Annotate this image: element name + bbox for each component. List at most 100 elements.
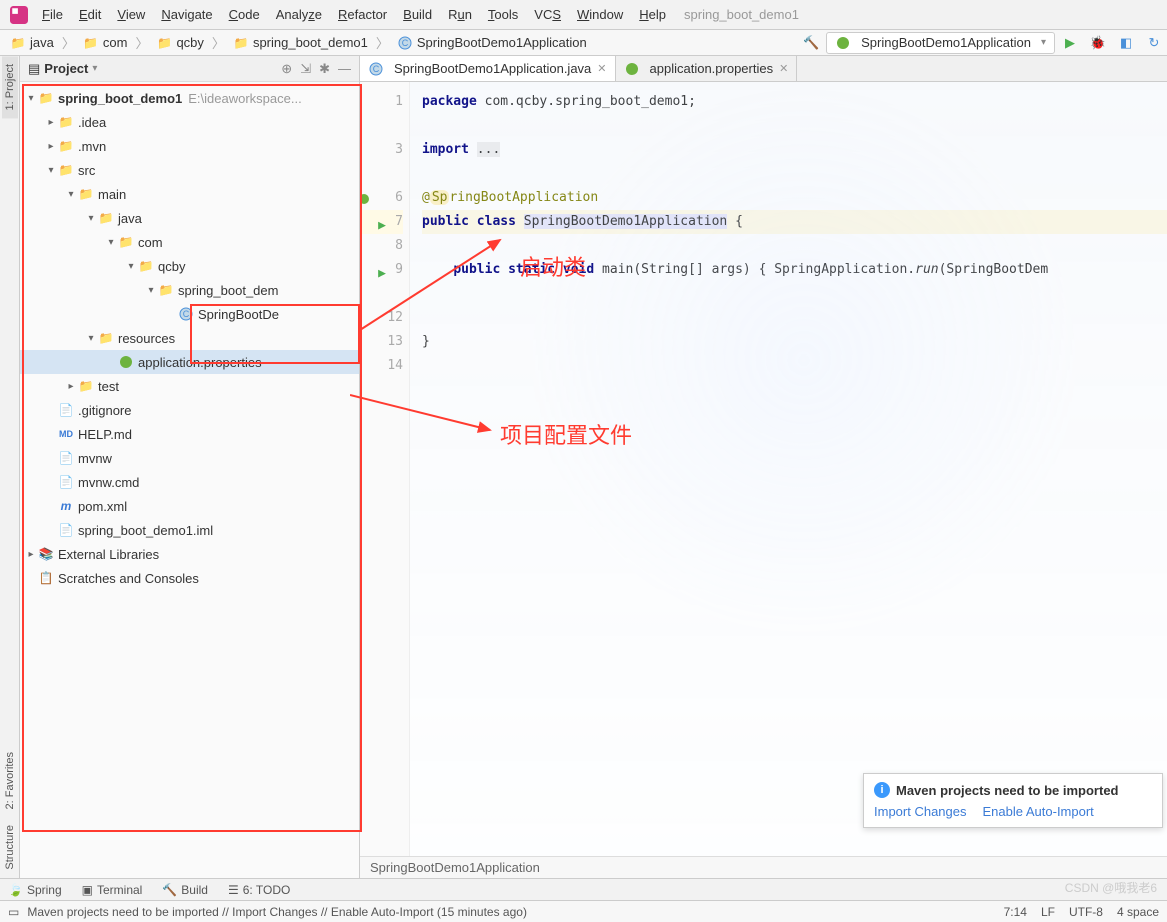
tree-external-libs[interactable]: ▸📚External Libraries — [20, 542, 359, 566]
maven-icon: m — [58, 498, 74, 514]
tree-qcby[interactable]: ▾📁qcby — [20, 254, 359, 278]
toolstrip-favorites[interactable]: 2: Favorites — [2, 744, 18, 817]
tree-java[interactable]: ▾📁java — [20, 206, 359, 230]
menu-analyze[interactable]: Analyze — [268, 3, 330, 26]
line-separator[interactable]: LF — [1041, 905, 1055, 919]
menu-edit[interactable]: Edit — [71, 3, 109, 26]
tool-label: Build — [181, 883, 208, 897]
import-changes-link[interactable]: Import Changes — [874, 804, 967, 819]
breadcrumb-class[interactable]: CSpringBootDemo1Application — [391, 35, 593, 51]
tree-idea[interactable]: ▸📁.idea — [20, 110, 359, 134]
menu-run[interactable]: Run — [440, 3, 480, 26]
tree-mvn[interactable]: ▸📁.mvn — [20, 134, 359, 158]
popup-title: Maven projects need to be imported — [896, 783, 1119, 798]
bottom-tool-bar: 🍃Spring ▣Terminal 🔨Build ☰6: TODO — [0, 878, 1167, 900]
tree-package[interactable]: ▾📁spring_boot_dem — [20, 278, 359, 302]
status-message[interactable]: Maven projects need to be imported // Im… — [27, 905, 527, 919]
tool-label: 6: TODO — [243, 883, 291, 897]
caret-position[interactable]: 7:14 — [1004, 905, 1027, 919]
coverage-icon[interactable]: ◧ — [1117, 34, 1135, 52]
chevron-right-icon: 〉 — [62, 33, 75, 52]
tree-label: spring_boot_demo1.iml — [78, 523, 213, 538]
breadcrumb-qcby[interactable]: 📁qcby — [150, 35, 209, 51]
close-icon[interactable]: ✕ — [779, 62, 788, 75]
tree-iml[interactable]: 📄 spring_boot_demo1.iml — [20, 518, 359, 542]
tool-terminal[interactable]: ▣Terminal — [82, 883, 143, 897]
library-icon: 📚 — [38, 546, 54, 562]
toolstrip-structure[interactable]: Structure — [2, 817, 18, 878]
menu-vcs[interactable]: VCS — [526, 3, 569, 26]
run-config-selector[interactable]: SpringBootDemo1Application ▾ — [826, 32, 1055, 54]
tree-gitignore[interactable]: 📄.gitignore — [20, 398, 359, 422]
menu-refactor[interactable]: Refactor — [330, 3, 395, 26]
close-icon[interactable]: ✕ — [597, 62, 606, 75]
indent-settings[interactable]: 4 space — [1117, 905, 1159, 919]
collapse-icon[interactable]: ⇲ — [300, 61, 311, 77]
tree-main[interactable]: ▾📁main — [20, 182, 359, 206]
tree-path: E:\ideaworkspace... — [188, 91, 301, 106]
run-icon[interactable]: ▶ — [1061, 34, 1079, 52]
tree-pom[interactable]: mpom.xml — [20, 494, 359, 518]
locate-icon[interactable]: ⊕ — [281, 61, 292, 77]
spring-gutter-icon[interactable] — [360, 190, 370, 204]
tree-com[interactable]: ▾📁com — [20, 230, 359, 254]
menu-navigate[interactable]: Navigate — [153, 3, 220, 26]
spring-icon — [118, 354, 134, 370]
breadcrumb-java[interactable]: 📁java — [4, 35, 60, 51]
tree-mvnw-cmd[interactable]: 📄mvnw.cmd — [20, 470, 359, 494]
tab-app-java[interactable]: C SpringBootDemo1Application.java ✕ — [360, 56, 616, 81]
class-icon: C — [368, 61, 384, 77]
md-icon: MD — [58, 426, 74, 442]
tool-build[interactable]: 🔨Build — [162, 883, 208, 897]
tab-app-properties[interactable]: application.properties ✕ — [616, 56, 798, 81]
gutter[interactable]: 1 3 6 7▶ 8 9▶ 12 13 14 — [360, 82, 410, 878]
debug-icon[interactable]: 🐞 — [1089, 34, 1107, 52]
enable-auto-import-link[interactable]: Enable Auto-Import — [983, 804, 1094, 819]
breadcrumb-label: SpringBootDemo1Application — [417, 35, 587, 50]
file-encoding[interactable]: UTF-8 — [1069, 905, 1103, 919]
tree-label: resources — [118, 331, 175, 346]
tree-resources[interactable]: ▾📁resources — [20, 326, 359, 350]
tree-root[interactable]: ▾📁spring_boot_demo1E:\ideaworkspace... — [20, 86, 359, 110]
tool-todo[interactable]: ☰6: TODO — [228, 883, 290, 897]
panel-title: Project — [44, 61, 88, 76]
code-content[interactable]: package com.qcby.spring_boot_demo1; impo… — [410, 82, 1167, 878]
file-icon: 📄 — [58, 522, 74, 538]
menu-bar: FFileile Edit View Navigate Code Analyze… — [0, 0, 1167, 30]
line-number: 7▶ — [360, 210, 403, 234]
line-number: 8 — [360, 234, 403, 258]
run-gutter-icon[interactable]: ▶ — [372, 262, 386, 276]
menu-window[interactable]: Window — [569, 3, 631, 26]
menu-code[interactable]: Code — [221, 3, 268, 26]
menu-build[interactable]: Build — [395, 3, 440, 26]
status-events-icon[interactable]: ▭ — [8, 905, 19, 919]
spring-icon: 🍃 — [8, 883, 23, 897]
tree-src[interactable]: ▾📁src — [20, 158, 359, 182]
menu-help[interactable]: Help — [631, 3, 674, 26]
menu-view[interactable]: View — [109, 3, 153, 26]
tree-app-class[interactable]: CSpringBootDe — [20, 302, 359, 326]
code-editor[interactable]: 1 3 6 7▶ 8 9▶ 12 13 14 package com.qcby.… — [360, 82, 1167, 878]
project-tree[interactable]: ▾📁spring_boot_demo1E:\ideaworkspace... ▸… — [20, 82, 359, 878]
profile-icon[interactable]: ↻ — [1145, 34, 1163, 52]
chevron-right-icon: 〉 — [135, 33, 148, 52]
settings-icon[interactable]: ✱ — [319, 61, 330, 77]
menu-file[interactable]: FFileile — [34, 3, 71, 26]
breadcrumb-package[interactable]: 📁spring_boot_demo1 — [227, 35, 374, 51]
tool-spring[interactable]: 🍃Spring — [8, 883, 62, 897]
build-icon[interactable]: 🔨 — [802, 34, 820, 52]
toolstrip-project[interactable]: 1: Project — [2, 56, 18, 118]
menu-tools[interactable]: Tools — [480, 3, 526, 26]
run-config-name: SpringBootDemo1Application — [861, 35, 1031, 50]
tree-test[interactable]: ▸📁test — [20, 374, 359, 398]
tree-app-properties[interactable]: application.properties — [20, 350, 359, 374]
tree-help-md[interactable]: MDHELP.md — [20, 422, 359, 446]
editor-breadcrumb[interactable]: SpringBootDemo1Application — [360, 856, 1167, 878]
tree-scratches[interactable]: 📋Scratches and Consoles — [20, 566, 359, 590]
breadcrumb-label: com — [103, 35, 128, 50]
tree-mvnw[interactable]: 📄mvnw — [20, 446, 359, 470]
run-gutter-icon[interactable]: ▶ — [372, 214, 386, 228]
chevron-down-icon[interactable]: ▾ — [92, 63, 97, 74]
breadcrumb-com[interactable]: 📁com — [77, 35, 134, 51]
hide-icon[interactable]: — — [338, 61, 351, 77]
